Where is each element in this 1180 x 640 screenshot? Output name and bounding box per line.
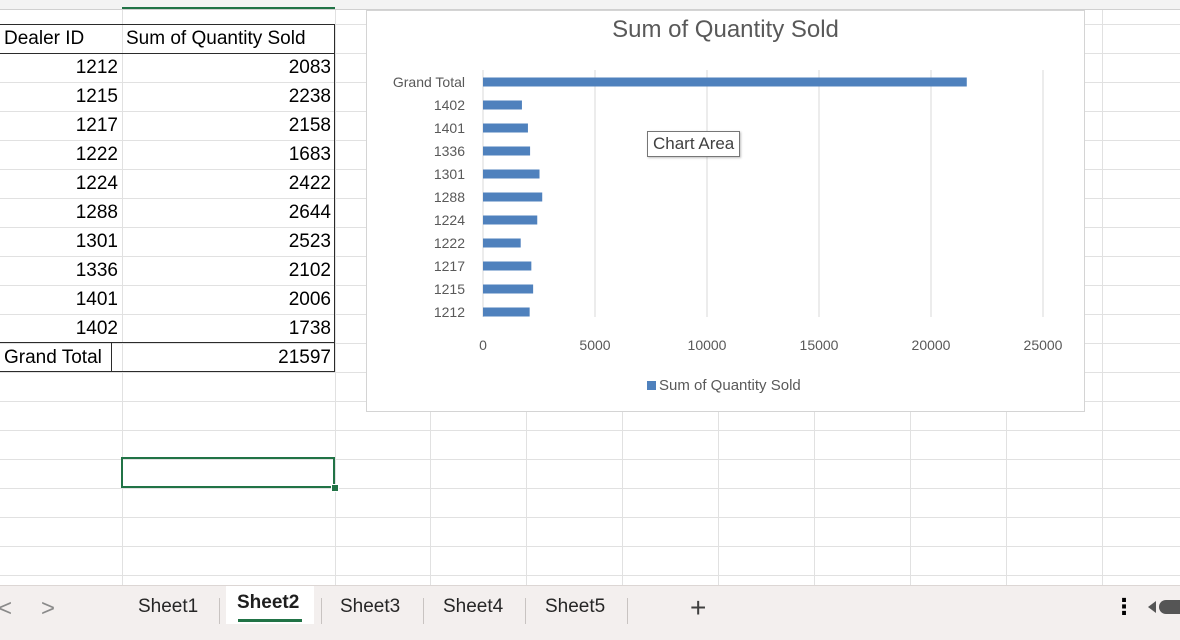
pivot-row-quantity[interactable]: 2083 xyxy=(122,53,335,82)
y-category-label[interactable]: Grand Total xyxy=(393,74,465,90)
active-tab-underline xyxy=(238,619,302,622)
tab-scroll-prev-icon[interactable]: < xyxy=(0,595,12,623)
pivot-row-dealer-id[interactable]: 1336 xyxy=(0,256,122,285)
bar[interactable] xyxy=(483,192,543,202)
fill-handle[interactable] xyxy=(331,484,339,492)
pivot-row-dealer-id[interactable]: 1402 xyxy=(0,314,122,343)
y-category-label[interactable]: 1301 xyxy=(434,166,465,182)
selected-column-indicator xyxy=(122,7,335,9)
bar-chart-plot[interactable]: 0 5000 10000 15000 20000 25000 Grand Total 1402… xyxy=(367,11,1084,411)
y-category-label[interactable]: 1212 xyxy=(434,304,465,320)
pivot-row-quantity[interactable]: 2644 xyxy=(122,198,335,227)
sheet-tab-bar: < > Sheet1 Sheet2 Sheet3 Sheet4 Sheet5 +… xyxy=(0,585,1180,640)
y-category-label[interactable]: 1222 xyxy=(434,235,465,251)
pivot-header-quantity[interactable]: Sum of Quantity Sold xyxy=(122,24,335,53)
active-cell-selection[interactable] xyxy=(121,457,335,488)
pivot-row-dealer-id[interactable]: 1212 xyxy=(0,53,122,82)
legend-swatch[interactable] xyxy=(647,381,656,390)
y-category-label[interactable]: 1224 xyxy=(434,212,465,228)
pivot-row-quantity[interactable]: 2102 xyxy=(122,256,335,285)
bar[interactable] xyxy=(483,123,528,133)
horizontal-scroll-left-icon[interactable] xyxy=(1148,601,1156,613)
pivot-row-dealer-id[interactable]: 1217 xyxy=(0,111,122,140)
pivot-row-quantity[interactable]: 2006 xyxy=(122,285,335,314)
pivot-row-quantity[interactable]: 1738 xyxy=(122,314,335,343)
bar[interactable] xyxy=(483,169,540,179)
pivot-grand-total-label[interactable]: Grand Total xyxy=(0,343,122,372)
y-category-label[interactable]: 1336 xyxy=(434,143,465,159)
pivot-row-quantity[interactable]: 2158 xyxy=(122,111,335,140)
y-category-label[interactable]: 1402 xyxy=(434,97,465,113)
tab-sheet5[interactable]: Sheet5 xyxy=(545,596,605,618)
pivot-row-quantity[interactable]: 2238 xyxy=(122,82,335,111)
y-category-label[interactable]: 1215 xyxy=(434,281,465,297)
horizontal-scrollbar-thumb[interactable] xyxy=(1159,600,1180,614)
bar[interactable] xyxy=(483,146,531,156)
pivot-grand-total-value[interactable]: 21597 xyxy=(122,343,335,372)
more-options-icon[interactable]: ⋮ xyxy=(1113,594,1135,620)
bar[interactable] xyxy=(483,284,534,294)
bar[interactable] xyxy=(483,238,521,248)
tab-sheet1[interactable]: Sheet1 xyxy=(138,596,198,618)
tab-sheet2[interactable]: Sheet2 xyxy=(237,592,299,614)
bar[interactable] xyxy=(483,307,530,317)
pivot-row-quantity[interactable]: 2422 xyxy=(122,169,335,198)
pivot-row-quantity[interactable]: 1683 xyxy=(122,140,335,169)
pivot-row-dealer-id[interactable]: 1224 xyxy=(0,169,122,198)
pivot-row-quantity[interactable]: 2523 xyxy=(122,227,335,256)
y-category-label[interactable]: 1217 xyxy=(434,258,465,274)
bar[interactable] xyxy=(483,77,967,87)
pivot-header-dealer-id[interactable]: Dealer ID xyxy=(0,24,122,53)
chart-area-tooltip: Chart Area xyxy=(647,131,741,157)
x-tick-label[interactable]: 10000 xyxy=(688,337,727,353)
pivot-row-dealer-id[interactable]: 1222 xyxy=(0,140,122,169)
chart-area[interactable]: Sum of Quantity Sold 0 5000 10000 15000 2000… xyxy=(366,10,1085,412)
pivot-row-dealer-id[interactable]: 1401 xyxy=(0,285,122,314)
pivot-row-dealer-id[interactable]: 1215 xyxy=(0,82,122,111)
x-tick-label[interactable]: 0 xyxy=(479,337,487,353)
add-sheet-button[interactable]: + xyxy=(690,592,706,624)
tab-sheet3[interactable]: Sheet3 xyxy=(340,596,400,618)
bar[interactable] xyxy=(483,100,522,110)
x-tick-label[interactable]: 15000 xyxy=(800,337,839,353)
x-tick-label[interactable]: 5000 xyxy=(579,337,610,353)
tab-scroll-next-icon[interactable]: > xyxy=(41,595,55,623)
tab-sheet4[interactable]: Sheet4 xyxy=(443,596,503,618)
bar[interactable] xyxy=(483,261,532,271)
x-tick-label[interactable]: 20000 xyxy=(912,337,951,353)
y-category-label[interactable]: 1288 xyxy=(434,189,465,205)
bar[interactable] xyxy=(483,215,538,225)
pivot-row-dealer-id[interactable]: 1301 xyxy=(0,227,122,256)
legend-label[interactable]: Sum of Quantity Sold xyxy=(659,377,801,394)
pivot-row-dealer-id[interactable]: 1288 xyxy=(0,198,122,227)
x-tick-label[interactable]: 25000 xyxy=(1024,337,1063,353)
y-category-label[interactable]: 1401 xyxy=(434,120,465,136)
